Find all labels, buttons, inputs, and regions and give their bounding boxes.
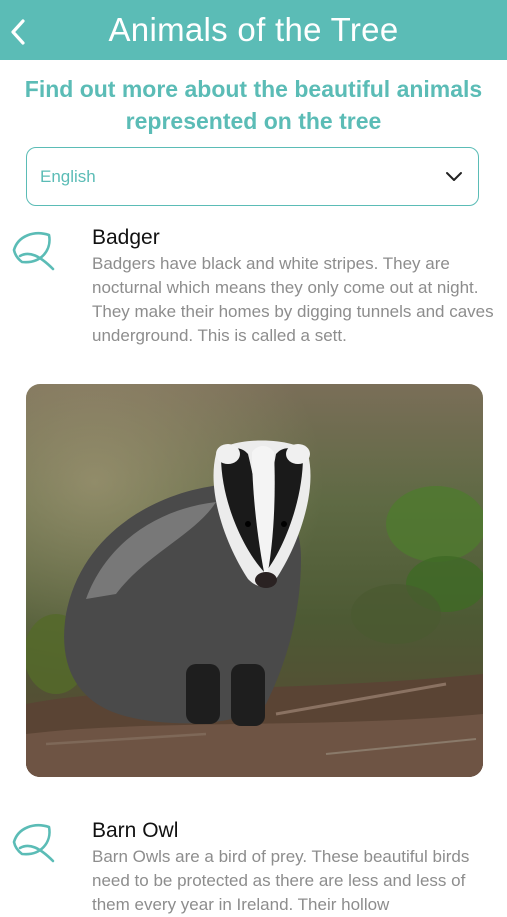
language-select-value: English: [40, 167, 96, 186]
animal-name: Badger: [92, 226, 160, 249]
animal-name: Barn Owl: [92, 819, 179, 842]
badger-photo: [26, 384, 483, 777]
leaf-icon: [12, 823, 55, 863]
app-header: Animals of the Tree: [0, 0, 507, 60]
leaf-icon: [12, 231, 55, 271]
animal-description: Barn Owls are a bird of prey. These beau…: [92, 847, 470, 914]
chevron-down-icon: [446, 172, 462, 181]
animal-description: Badgers have black and white stripes. Th…: [92, 254, 494, 345]
language-select[interactable]: English: [26, 147, 479, 206]
page-title: Animals of the Tree: [108, 11, 399, 48]
intro-text: Find out more about the beautiful animal…: [24, 76, 483, 134]
